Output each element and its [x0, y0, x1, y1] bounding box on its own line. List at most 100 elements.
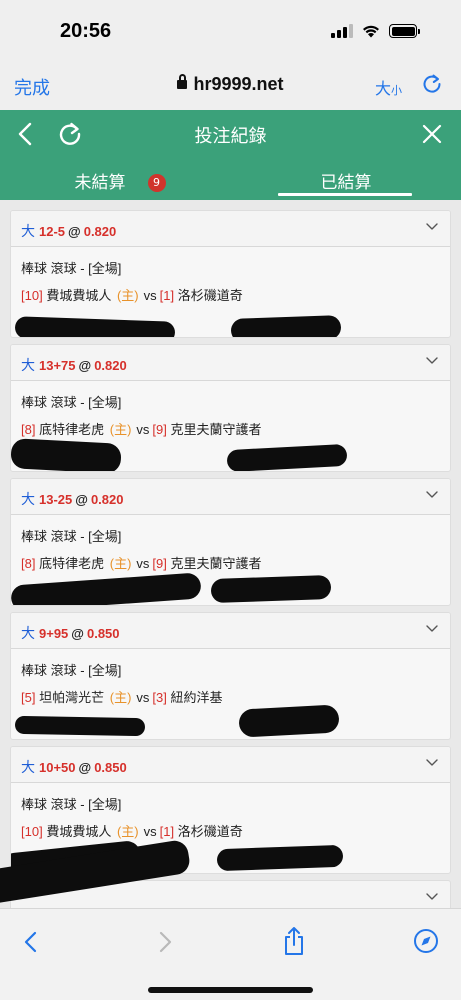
bet-type: 大	[21, 357, 35, 373]
matchup: [8] 底特律老虎 (主) vs [9] 克里夫蘭守護者	[21, 416, 440, 443]
sport-label: 棒球 滾球 - [全場]	[21, 529, 122, 544]
away-team: 洛杉磯道奇	[177, 824, 243, 839]
bet-type: 大	[21, 759, 35, 775]
home-team: 底特律老虎	[39, 422, 105, 437]
bet-card[interactable]: 大 12-5 @0.820 棒球 滾球 - [全場] [10] 費城費城人 (主) v…	[10, 210, 451, 338]
cellular-signal-icon	[331, 24, 353, 38]
at-sign: @	[78, 760, 92, 775]
away-team: 克里夫蘭守護者	[170, 556, 262, 571]
chevron-down-icon[interactable]	[426, 893, 438, 901]
bet-line: 13+75	[39, 358, 76, 373]
bet-card-header[interactable]: 大 13+75 @0.820	[11, 345, 450, 381]
away-team: 克里夫蘭守護者	[170, 422, 262, 437]
bet-line: 10+50	[39, 760, 76, 775]
vs-label: vs	[143, 824, 157, 839]
at-sign: @	[78, 358, 92, 373]
away-team-number: [9]	[152, 422, 167, 437]
lock-icon	[177, 74, 188, 89]
bet-line: 12-5	[39, 224, 66, 239]
redaction-mark	[238, 704, 340, 738]
bet-card[interactable]: 大 10+50 @0.850 棒球 滾球 - [全場] [10] 費城費城人 (主)…	[10, 746, 451, 874]
active-tab-indicator	[278, 193, 412, 196]
home-indicator	[148, 987, 313, 993]
bet-card-body: 棒球 滾球 - [全場] [8] 底特律老虎 (主) vs [9] 克里夫蘭守護者	[11, 381, 450, 443]
chevron-down-icon[interactable]	[426, 759, 438, 767]
bet-card[interactable]: 大 13-25 @0.820 棒球 滾球 - [全場] [8] 底特律老虎 (主) v…	[10, 478, 451, 606]
tab-settled[interactable]: 已結算	[236, 158, 456, 200]
redaction-mark	[14, 316, 176, 337]
wifi-icon	[363, 25, 379, 38]
bet-type: 大	[21, 625, 35, 641]
away-team-number: [1]	[159, 288, 175, 303]
bet-card[interactable]: 大 13+75 @0.820 棒球 滾球 - [全場] [8] 底特律老虎 (主) v…	[10, 344, 451, 472]
bet-card[interactable]: 大 9+95 @0.850 棒球 滾球 - [全場] [5] 坦帕灣光芒 (主) vs…	[10, 612, 451, 740]
matchup: [10] 費城費城人 (主) vs [1] 洛杉磯道奇	[21, 282, 440, 309]
home-team-number: [10]	[21, 824, 43, 839]
away-team: 紐約洋基	[170, 690, 223, 705]
sport-label: 棒球 滾球 - [全場]	[21, 261, 122, 276]
bet-card-header[interactable]: 大 13-25 @0.820	[11, 479, 450, 515]
text-size-button[interactable]: 大小	[375, 75, 402, 99]
bet-type: 大	[21, 491, 35, 507]
at-sign: @	[71, 626, 84, 641]
home-tag: (主)	[109, 556, 132, 571]
away-team: 洛杉磯道奇	[177, 288, 243, 303]
redaction-mark	[11, 438, 122, 471]
sport-label: 棒球 滾球 - [全場]	[21, 663, 122, 678]
bet-card-header[interactable]: 大 10+50 @0.850	[11, 747, 450, 783]
home-tag: (主)	[116, 824, 139, 839]
chevron-down-icon[interactable]	[426, 491, 438, 499]
browser-address-bar: 完成 hr9999.net 大小	[0, 62, 461, 110]
bet-card-body: 棒球 滾球 - [全場] [10] 費城費城人 (主) vs [1] 洛杉磯道奇	[11, 783, 450, 845]
app-header: 投注紀錄	[0, 110, 461, 158]
home-team-number: [10]	[21, 288, 43, 303]
bet-card-header[interactable]: 大 12-5 @0.820	[11, 211, 450, 247]
forward-icon[interactable]	[156, 931, 174, 953]
bet-status-tabs: 未結算 9 已結算	[0, 158, 461, 200]
tab-unsettled[interactable]: 未結算 9	[10, 158, 230, 200]
bet-odds: 0.850	[86, 626, 120, 641]
tab-unsettled-label: 未結算	[74, 173, 126, 193]
reload-icon[interactable]	[420, 72, 444, 96]
compass-icon[interactable]	[413, 928, 439, 954]
status-icons	[331, 24, 420, 38]
bet-card-body: 棒球 滾球 - [全場] [5] 坦帕灣光芒 (主) vs [3] 紐約洋基	[11, 649, 450, 711]
redaction-mark	[230, 315, 342, 337]
home-tag: (主)	[116, 288, 139, 303]
chevron-down-icon[interactable]	[426, 625, 438, 633]
redaction-mark	[11, 572, 202, 605]
home-team: 底特律老虎	[39, 556, 105, 571]
matchup: [10] 費城費城人 (主) vs [1] 洛杉磯道奇	[21, 818, 440, 845]
bet-card-header[interactable]: 大 9+95 @0.850	[11, 613, 450, 649]
tab-settled-label: 已結算	[320, 173, 372, 193]
away-team-number: [1]	[159, 824, 175, 839]
browser-toolbar	[0, 908, 461, 1000]
bet-odds: 0.850	[94, 760, 127, 775]
home-tag: (主)	[109, 690, 132, 705]
unsettled-count-badge: 9	[147, 174, 166, 192]
vs-label: vs	[143, 288, 157, 303]
chevron-down-icon[interactable]	[426, 223, 438, 231]
sport-label: 棒球 滾球 - [全場]	[21, 797, 122, 812]
share-icon[interactable]	[282, 926, 306, 956]
bet-odds: 0.820	[90, 492, 124, 507]
home-tag: (主)	[109, 422, 132, 437]
bet-line: 13-25	[39, 492, 73, 507]
close-icon[interactable]	[420, 122, 444, 146]
redaction-mark	[216, 844, 344, 872]
away-team-number: [3]	[152, 690, 167, 705]
vs-label: vs	[136, 422, 150, 437]
home-team-number: [8]	[21, 422, 36, 437]
back-icon[interactable]	[22, 931, 40, 953]
bet-list[interactable]: 大 12-5 @0.820 棒球 滾球 - [全場] [10] 費城費城人 (主) v…	[0, 200, 461, 908]
redaction-mark	[226, 443, 348, 471]
status-bar: 20:56	[0, 0, 461, 62]
sport-label: 棒球 滾球 - [全場]	[21, 395, 122, 410]
clock: 20:56	[60, 20, 112, 42]
matchup: [5] 坦帕灣光芒 (主) vs [3] 紐約洋基	[21, 684, 440, 711]
vs-label: vs	[136, 690, 150, 705]
home-team-number: [8]	[21, 556, 36, 571]
chevron-down-icon[interactable]	[426, 357, 438, 365]
text-size-small-glyph: 小	[391, 85, 403, 97]
home-team: 費城費城人	[46, 288, 112, 303]
